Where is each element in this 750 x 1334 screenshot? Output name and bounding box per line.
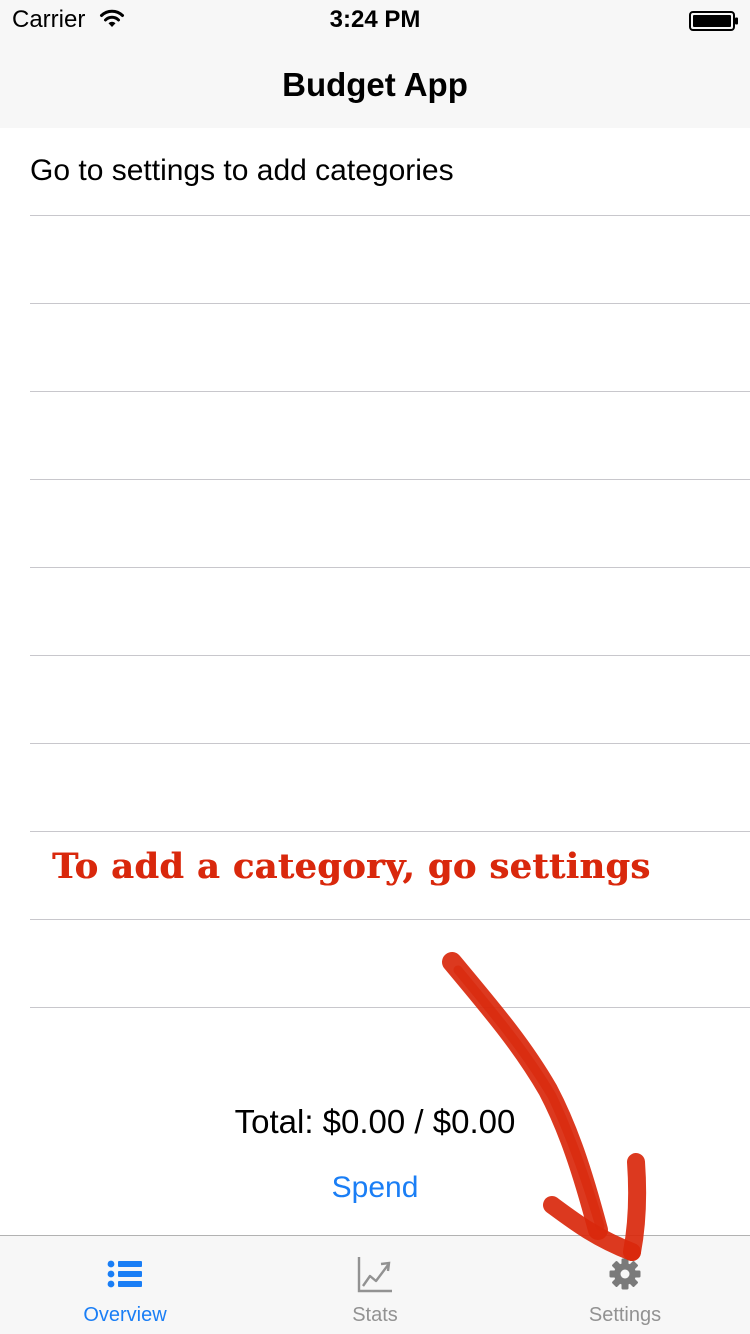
table-row[interactable] (30, 216, 750, 304)
battery-icon (689, 11, 738, 31)
tab-label-settings: Settings (588, 1304, 662, 1326)
status-time: 3:24 PM (329, 6, 421, 33)
table-row[interactable] (30, 744, 750, 832)
total-label: Total: $0.00 / $0.00 (234, 1103, 516, 1140)
table-row[interactable] (30, 568, 750, 656)
tab-label-stats: Stats (352, 1304, 398, 1326)
navigation-bar: Budget App (0, 40, 750, 128)
empty-state-message: Go to settings to add categories (30, 154, 454, 187)
table-row[interactable] (30, 480, 750, 568)
table-row[interactable] (30, 656, 750, 744)
tab-settings[interactable]: Settings (500, 1236, 750, 1334)
tab-label-overview: Overview (83, 1304, 167, 1326)
page-title: Budget App (282, 66, 468, 103)
table-row[interactable]: Go to settings to add categories (30, 128, 750, 216)
tab-stats[interactable]: Stats (250, 1236, 500, 1334)
table-row[interactable] (30, 392, 750, 480)
gear-icon (609, 1258, 641, 1290)
spend-button[interactable]: Spend (300, 1171, 450, 1205)
screen: Carrier 3:24 PM Budget App Go to setting… (0, 0, 750, 1334)
table-row[interactable] (30, 304, 750, 392)
list-icon (107, 1260, 142, 1288)
table-row[interactable] (30, 920, 750, 1008)
annotation-text: To add a category, go settings (52, 846, 651, 887)
tab-overview[interactable]: Overview (0, 1236, 250, 1334)
status-bar: Carrier 3:24 PM (0, 0, 750, 40)
chart-icon (357, 1257, 392, 1293)
tab-bar: Overview Stats Settings (0, 1235, 750, 1334)
